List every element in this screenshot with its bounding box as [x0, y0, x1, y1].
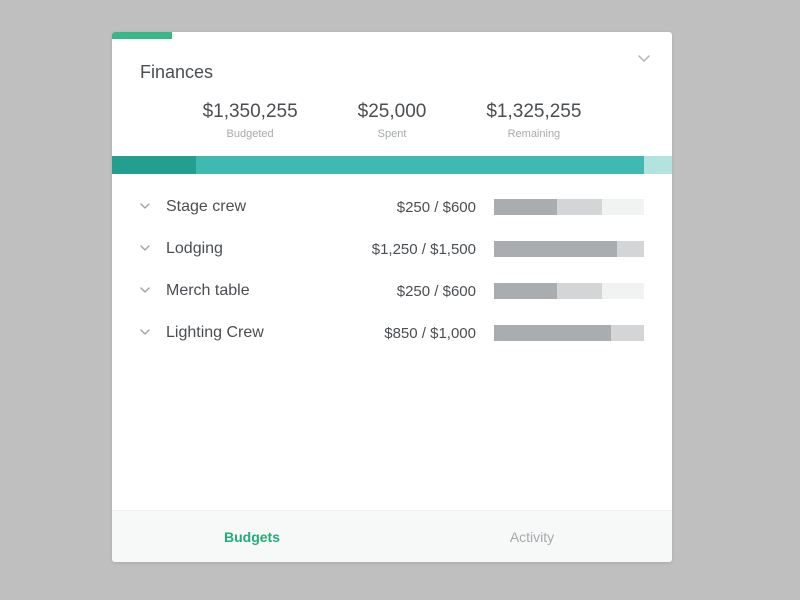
list-item-bar-seg1 — [494, 199, 557, 215]
chevron-down-icon — [140, 327, 158, 339]
bottom-tabs: Budgets Activity — [112, 510, 672, 562]
tab-activity[interactable]: Activity — [392, 511, 672, 562]
list-item[interactable]: Lodging $1,250 / $1,500 — [140, 228, 644, 270]
summary-row: $1,350,255 Budgeted $25,000 Spent $1,325… — [140, 101, 644, 140]
finances-card: Finances $1,350,255 Budgeted $25,000 Spe… — [112, 32, 672, 562]
list-item[interactable]: Lighting Crew $850 / $1,000 — [140, 312, 644, 354]
list-item-bar-seg2 — [617, 241, 644, 257]
list-item-bar — [494, 241, 644, 257]
summary-budgeted-label: Budgeted — [203, 128, 298, 140]
list-item-bar-seg2 — [557, 199, 602, 215]
progress-strip — [112, 156, 672, 174]
list-item-amount: $250 / $600 — [324, 283, 486, 300]
list-item-name: Lighting Crew — [166, 324, 316, 342]
progress-strip-seg3 — [644, 156, 672, 174]
page-title: Finances — [140, 62, 644, 83]
list-item-amount: $850 / $1,000 — [324, 325, 486, 342]
summary-spent-label: Spent — [358, 128, 427, 140]
chevron-down-icon — [140, 285, 158, 297]
summary-spent: $25,000 Spent — [358, 101, 427, 140]
chevron-down-icon — [140, 201, 158, 213]
summary-remaining-value: $1,325,255 — [486, 101, 581, 123]
list-item-bar — [494, 199, 644, 215]
card-header: Finances $1,350,255 Budgeted $25,000 Spe… — [112, 32, 672, 156]
tab-budgets[interactable]: Budgets — [112, 511, 392, 562]
list-item-bar — [494, 325, 644, 341]
budget-list: Stage crew $250 / $600 Lodging $1,250 / $1,… — [112, 174, 672, 510]
summary-remaining: $1,325,255 Remaining — [486, 101, 581, 140]
list-item-bar-seg1 — [494, 325, 611, 341]
list-item-bar — [494, 283, 644, 299]
list-item-bar-seg1 — [494, 241, 617, 257]
list-item-amount: $250 / $600 — [324, 199, 486, 216]
progress-strip-seg1 — [112, 156, 196, 174]
summary-budgeted-value: $1,350,255 — [203, 101, 298, 123]
summary-remaining-label: Remaining — [486, 128, 581, 140]
progress-strip-seg2 — [196, 156, 644, 174]
list-item-bar-seg1 — [494, 283, 557, 299]
chevron-down-icon — [140, 243, 158, 255]
list-item[interactable]: Merch table $250 / $600 — [140, 270, 644, 312]
list-item-name: Merch table — [166, 282, 316, 300]
list-item-name: Lodging — [166, 240, 316, 258]
summary-spent-value: $25,000 — [358, 101, 427, 123]
list-item-bar-seg2 — [557, 283, 602, 299]
list-item-bar-seg2 — [611, 325, 644, 341]
list-item-amount: $1,250 / $1,500 — [324, 241, 486, 258]
list-item[interactable]: Stage crew $250 / $600 — [140, 186, 644, 228]
chevron-down-icon[interactable] — [638, 52, 650, 66]
summary-budgeted: $1,350,255 Budgeted — [203, 101, 298, 140]
list-item-name: Stage crew — [166, 198, 316, 216]
